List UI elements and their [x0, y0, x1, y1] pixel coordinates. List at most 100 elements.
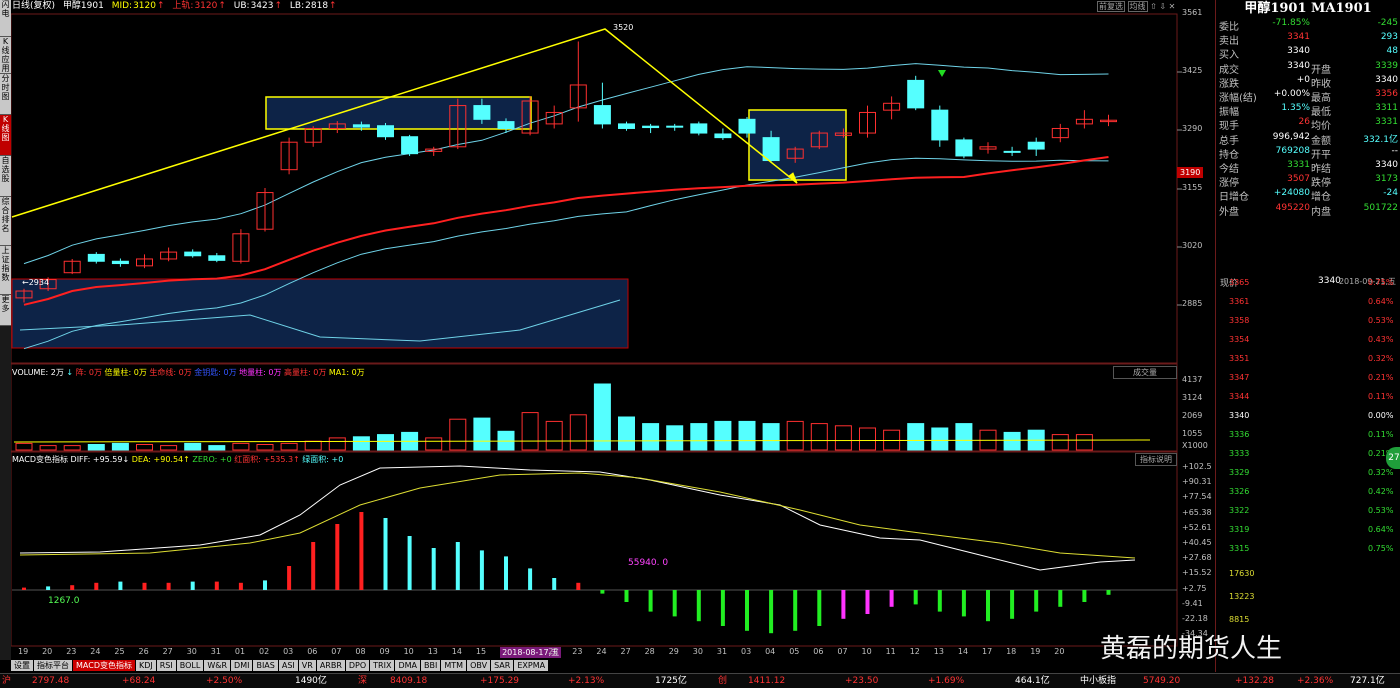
macd-tick: -9.41: [1182, 598, 1203, 608]
macd-bar: [889, 590, 894, 607]
up-icon[interactable]: ⇧: [1150, 2, 1157, 11]
indicator-tab-kdj[interactable]: KDJ: [135, 660, 156, 671]
macd-bar: [407, 536, 412, 590]
left-tab-flash[interactable]: 闪电: [0, 0, 11, 37]
fuquan-button[interactable]: 前复选: [1097, 1, 1125, 12]
info-bar: 日线(复权) 甲醇1901 MID:3120↑ 上轨:3120↑ UB:3423…: [12, 1, 337, 11]
indicator-help-button[interactable]: 指标说明: [1135, 453, 1177, 466]
indicator-tab-vr[interactable]: VR: [298, 660, 316, 671]
volume-bar: [87, 444, 105, 451]
indicator-tab-boll[interactable]: BOLL: [176, 660, 204, 671]
date-label: 10: [861, 647, 872, 656]
macd-bar: [720, 590, 725, 626]
volume-bar: [593, 383, 611, 451]
date-label: 19: [1030, 647, 1041, 656]
left-tab-strip: 闪电 K 线 应 用 分时图 K线图 自选股 综合排名 上证指数 更多: [0, 0, 11, 660]
quote-label: 日增仓: [1219, 192, 1249, 204]
indicator-tab--0[interactable]: 设置: [11, 660, 33, 671]
indicator-tab-dpo[interactable]: DPO: [345, 660, 370, 671]
price-tick: 3425: [1182, 66, 1203, 75]
watermark: 黄磊的期货人生: [1100, 634, 1283, 664]
candle-body: [642, 125, 660, 129]
indicator-tab-wr[interactable]: W&R: [204, 660, 231, 671]
indicator-tab-bias[interactable]: BIAS: [253, 660, 278, 671]
candle-body: [907, 79, 925, 109]
price-tick: 3020: [1182, 241, 1203, 250]
indicator-tab-asi[interactable]: ASI: [278, 660, 298, 671]
volume-legend-item: 高量柱: 0万: [284, 368, 329, 377]
left-tab-more[interactable]: 更多: [0, 295, 11, 326]
period-label[interactable]: 日线(复权): [12, 1, 55, 11]
volume-bar: [569, 414, 587, 451]
quote-label-right: 跌停: [1311, 178, 1331, 190]
ma-button[interactable]: 均线: [1127, 1, 1148, 12]
mini-pct-tick: 0.00%: [1368, 411, 1394, 420]
volume-bar: [15, 442, 33, 451]
macd-bar: [841, 590, 846, 619]
ub-label: UB:: [233, 1, 250, 11]
indicator-tab-arbr[interactable]: ARBR: [316, 660, 345, 671]
indicator-tab-trix[interactable]: TRIX: [370, 660, 395, 671]
lb-value: 2818: [305, 1, 329, 11]
quote-label: 持仓: [1219, 149, 1239, 161]
quote-value: 3340: [1287, 60, 1310, 71]
macd-bar: [335, 524, 340, 590]
date-label: 12: [909, 647, 920, 656]
date-label: 18: [1006, 647, 1017, 656]
macd-bar: [238, 582, 243, 590]
macd-bar: [576, 582, 581, 590]
volume-bar: [859, 427, 876, 451]
mini-price-tick: 3329: [1229, 468, 1250, 477]
upper-band-line: [23, 63, 1109, 265]
left-tab-ranking[interactable]: 综合排名: [0, 197, 11, 246]
date-label: 02: [259, 647, 270, 656]
quote-value-right: 48: [1386, 46, 1398, 57]
indicator-tab-dmi[interactable]: DMI: [231, 660, 253, 671]
status-item: 2797.48: [32, 676, 70, 686]
volume-select[interactable]: 成交量: [1113, 366, 1177, 379]
indicator-tab-rsi[interactable]: RSI: [156, 660, 176, 671]
indicator-tab-macd-2[interactable]: MACD变色指标: [73, 660, 135, 671]
volume-bar: [618, 416, 635, 451]
volume-bar: [690, 423, 708, 451]
status-item: 1490亿: [295, 676, 327, 686]
left-tab-timeshare[interactable]: 分时图: [0, 74, 11, 115]
macd-bar: [431, 548, 436, 590]
volume-tick: 4137: [1182, 375, 1203, 384]
left-tab-kline-app[interactable]: K 线 应 用: [0, 37, 11, 74]
indicator-tab-dma[interactable]: DMA: [395, 660, 421, 671]
left-tab-sh-index[interactable]: 上证指数: [0, 246, 11, 295]
lb-label: LB:: [289, 1, 305, 11]
date-label: 13: [933, 647, 944, 656]
mini-price-tick: 3340: [1229, 411, 1250, 420]
quote-label: 委比: [1219, 22, 1239, 33]
mini-price-tick: 3336: [1229, 430, 1250, 439]
highlight-box-low: [11, 278, 629, 349]
candle-body: [1027, 141, 1045, 150]
indicator-tab-obv[interactable]: OBV: [467, 660, 491, 671]
down-icon[interactable]: ⇩: [1159, 2, 1166, 11]
left-tab-watchlist[interactable]: 自选股: [0, 156, 11, 197]
quote-value-right: 332.1亿: [1363, 134, 1398, 145]
indicator-tab-bbi[interactable]: BBI: [421, 660, 441, 671]
volume-legend-item: VOLUME: 2万: [12, 368, 67, 377]
status-item: +1.69%: [928, 676, 965, 686]
close-icon[interactable]: ✕: [1169, 2, 1176, 11]
left-tab-kline[interactable]: K线图: [0, 115, 11, 156]
mini-pct-tick: 0.64%: [1368, 297, 1394, 306]
date-label: 24: [596, 647, 607, 656]
indicator-tab-mtm[interactable]: MTM: [441, 660, 467, 671]
macd-bar: [552, 578, 557, 590]
mini-pct-tick: 0.11%: [1368, 430, 1394, 439]
macd-bar: [1082, 590, 1087, 602]
indicator-tab-sar[interactable]: SAR: [491, 660, 514, 671]
indicator-tab-expma[interactable]: EXPMA: [514, 660, 549, 671]
macd-bar: [94, 582, 99, 590]
volume-bar: [352, 436, 370, 451]
mini-price-tick: 3347: [1229, 373, 1250, 382]
candle-body: [593, 105, 611, 125]
side-float-button[interactable]: 27: [1386, 447, 1400, 469]
indicator-tab--1[interactable]: 指标平台: [34, 660, 72, 671]
candle-body: [690, 123, 708, 134]
volume-legend-item: 地量柱: 0万: [239, 368, 284, 377]
